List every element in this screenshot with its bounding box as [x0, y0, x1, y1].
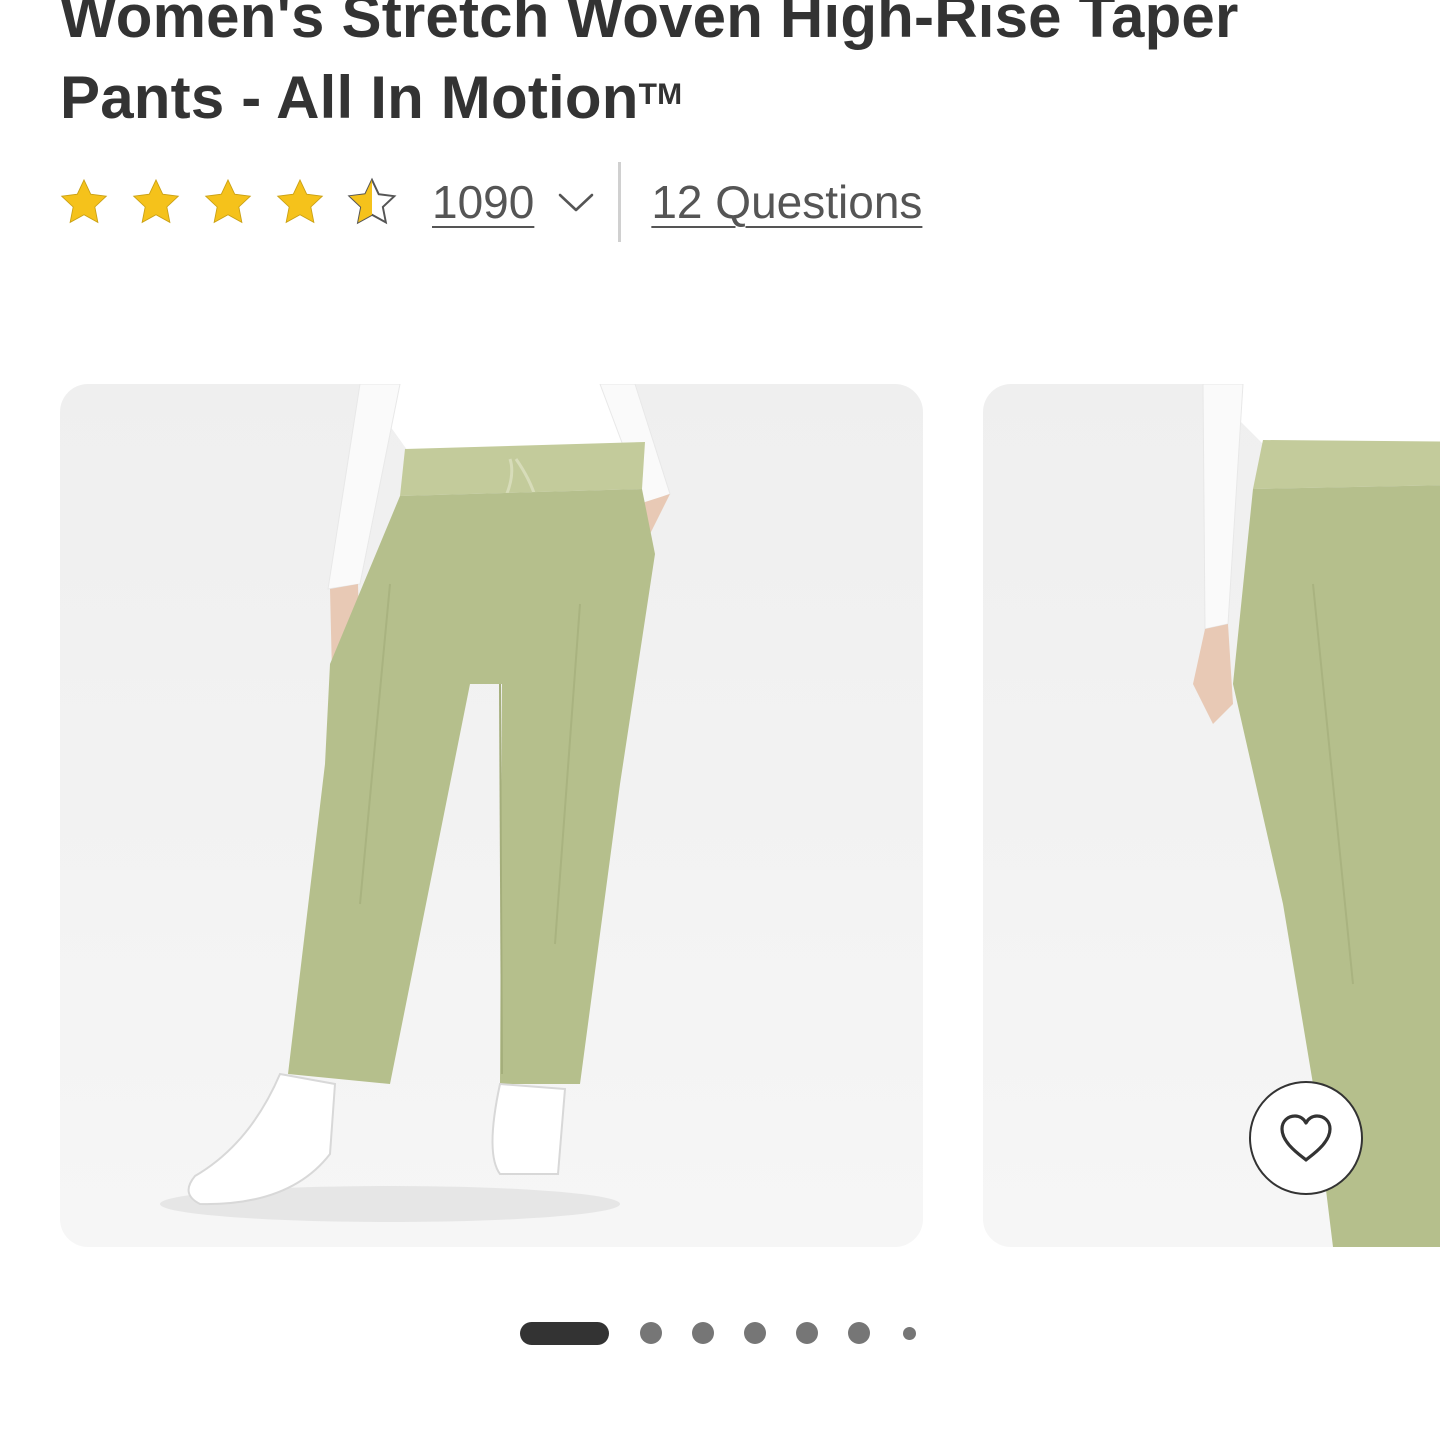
product-photo-side [1193, 384, 1440, 1247]
questions-link[interactable]: 12 Questions [651, 175, 922, 229]
product-detail-page: Women's Stretch Woven High-Rise Taper Pa… [0, 0, 1440, 1434]
product-image-side[interactable] [983, 384, 1440, 1247]
product-image-front[interactable] [60, 384, 923, 1247]
pagination-dot[interactable] [692, 1322, 714, 1344]
pagination-dot[interactable] [640, 1322, 662, 1344]
pagination-dot[interactable] [848, 1322, 870, 1344]
star-icon [132, 178, 180, 224]
pagination-dot[interactable] [796, 1322, 818, 1344]
star-icon [60, 178, 108, 224]
review-count-link[interactable]: 1090 [432, 175, 534, 229]
carousel-pagination [520, 1320, 916, 1346]
star-icon [204, 178, 252, 224]
pagination-dot[interactable] [744, 1322, 766, 1344]
star-icon [276, 178, 324, 224]
heart-outline-icon [1280, 1114, 1332, 1162]
product-image-carousel[interactable] [0, 384, 1440, 1248]
star-rating[interactable] [58, 176, 398, 228]
rating-divider [618, 162, 622, 242]
half-star-icon [347, 177, 397, 225]
pagination-dot-small[interactable] [903, 1326, 916, 1340]
favorite-button[interactable] [1249, 1081, 1363, 1195]
rating-row: 1090 12 Questions [58, 160, 922, 244]
pagination-dot-active[interactable] [520, 1321, 609, 1345]
product-title: Women's Stretch Woven High-Rise Taper Pa… [60, 0, 1300, 137]
product-photo-front [160, 384, 671, 1222]
chevron-down-icon[interactable] [556, 189, 596, 215]
trademark-symbol: TM [638, 78, 683, 111]
product-title-text: Women's Stretch Woven High-Rise Taper Pa… [60, 0, 1239, 131]
